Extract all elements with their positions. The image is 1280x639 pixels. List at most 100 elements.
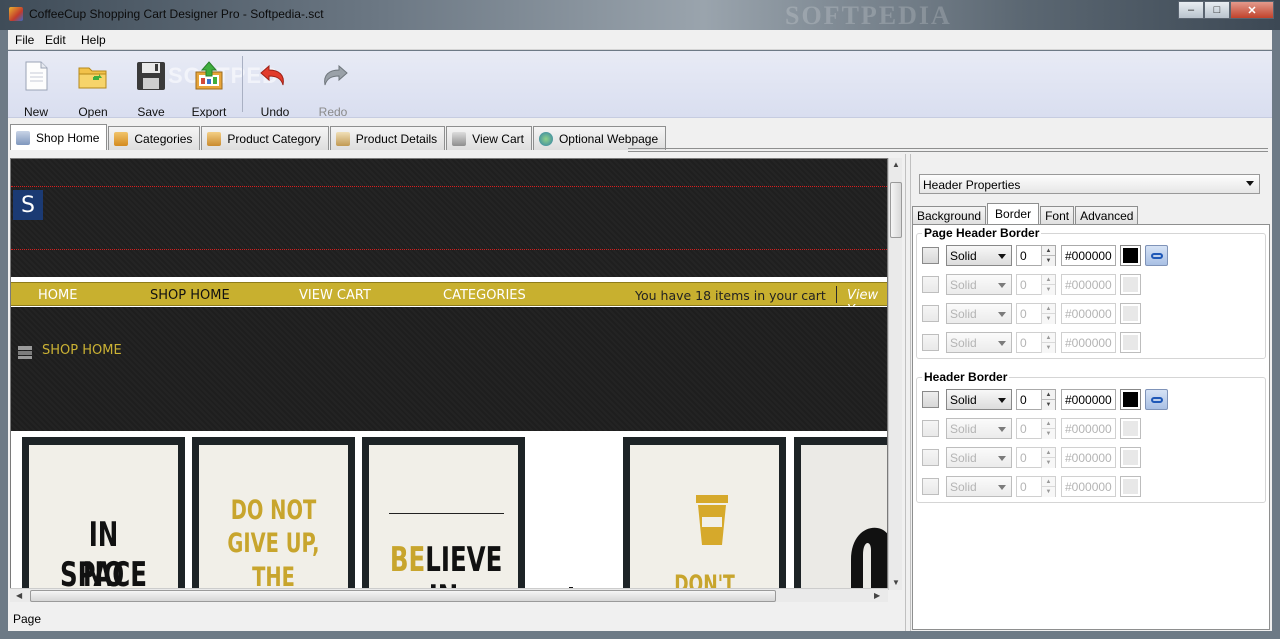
tab-categories[interactable]: Categories [108,126,201,150]
tab-background[interactable]: Background [912,206,987,224]
color-swatch[interactable] [1120,274,1141,295]
spin-up-icon[interactable]: ▲ [1041,419,1055,429]
nav-categories[interactable]: CATEGORIES [443,288,526,303]
border-width-spinner[interactable]: 0 ▲ ▼ [1016,303,1056,324]
border-style-select[interactable]: Solid [946,274,1012,295]
border-checkbox[interactable] [922,334,939,351]
spin-down-icon[interactable]: ▼ [1041,458,1055,468]
open-button[interactable]: Open [66,58,120,119]
tab-border[interactable]: Border [987,203,1040,224]
border-width-spinner[interactable]: 0 ▲ ▼ [1016,274,1056,295]
close-button[interactable]: ✕ [1230,1,1274,19]
color-swatch[interactable] [1120,447,1141,468]
menu-edit[interactable]: Edit [45,33,66,47]
border-width-spinner[interactable]: 0 ▲ ▼ [1016,332,1056,353]
border-color-input[interactable]: #000000 [1061,274,1116,295]
tab-product-category[interactable]: Product Category [201,126,329,150]
nav-home[interactable]: HOME [38,288,77,303]
border-width-spinner[interactable]: 0 ▲ ▼ [1016,389,1056,410]
border-style-select[interactable]: Solid [946,332,1012,353]
border-width-spinner[interactable]: 0 ▲ ▼ [1016,447,1056,468]
minimize-button[interactable]: – [1178,1,1204,19]
border-checkbox[interactable] [922,391,939,408]
vertical-scrollbar[interactable]: ▲ ▼ [888,158,902,590]
scroll-up-arrow-icon[interactable]: ▲ [892,160,900,169]
border-checkbox[interactable] [922,247,939,264]
link-sides-icon[interactable] [1145,389,1168,410]
nav-view-cart[interactable]: VIEW CART [299,288,371,303]
border-color-input[interactable]: #000000 [1061,447,1116,468]
menu-help[interactable]: Help [81,33,106,47]
undo-button[interactable]: Undo [248,58,302,119]
border-style-select[interactable]: Solid [946,303,1012,324]
color-swatch[interactable] [1120,245,1141,266]
border-width-spinner[interactable]: 0 ▲ ▼ [1016,418,1056,439]
spin-up-icon[interactable]: ▲ [1041,246,1055,256]
color-swatch[interactable] [1120,389,1141,410]
border-checkbox[interactable] [922,420,939,437]
color-swatch[interactable] [1120,303,1141,324]
border-checkbox[interactable] [922,276,939,293]
border-color-input[interactable]: #000000 [1061,418,1116,439]
link-sides-icon[interactable] [1145,245,1168,266]
spin-down-icon[interactable]: ▼ [1041,314,1055,324]
product-poster[interactable]: DO NOT GIVE UP, THE BEGINNING [192,437,355,589]
product-poster[interactable]: BELIEVE IN [362,437,525,589]
color-swatch[interactable] [1120,476,1141,497]
site-logo[interactable]: S [13,190,43,220]
new-button[interactable]: New [9,58,63,119]
maximize-button[interactable]: □ [1204,1,1230,19]
product-poster[interactable] [794,437,887,589]
export-button[interactable]: Export [182,58,236,119]
border-checkbox[interactable] [922,449,939,466]
tab-advanced[interactable]: Advanced [1075,206,1139,224]
spin-up-icon[interactable]: ▲ [1041,304,1055,314]
border-width-spinner[interactable]: 0 ▲ ▼ [1016,476,1056,497]
scroll-thumb[interactable] [890,182,902,238]
design-canvas[interactable]: S HOME SHOP HOME VIEW CART CATEGORIES Yo… [10,158,888,590]
redo-button[interactable]: Redo [306,58,360,119]
border-width-spinner[interactable]: 0 ▲ ▼ [1016,245,1056,266]
tab-optional-webpage[interactable]: Optional Webpage [532,126,667,150]
border-style-select[interactable]: Solid [946,245,1012,266]
spin-down-icon[interactable]: ▼ [1041,400,1055,410]
border-style-select[interactable]: Solid [946,476,1012,497]
menu-file[interactable]: File [15,33,34,47]
scroll-right-arrow-icon[interactable]: ▶ [874,591,880,600]
tab-view-cart[interactable]: View Cart [446,126,532,150]
border-color-input[interactable]: #000000 [1061,476,1116,497]
spin-down-icon[interactable]: ▼ [1041,429,1055,439]
scroll-left-arrow-icon[interactable]: ◀ [16,591,22,600]
properties-dropdown[interactable]: Header Properties [919,174,1260,194]
color-swatch[interactable] [1120,332,1141,353]
border-checkbox[interactable] [922,478,939,495]
page-header[interactable]: S [11,159,887,277]
spin-up-icon[interactable]: ▲ [1041,477,1055,487]
scroll-thumb[interactable] [30,590,776,602]
spin-up-icon[interactable]: ▲ [1041,275,1055,285]
color-swatch[interactable] [1120,418,1141,439]
border-style-select[interactable]: Solid [946,389,1012,410]
spin-down-icon[interactable]: ▼ [1041,285,1055,295]
border-style-select[interactable]: Solid [946,418,1012,439]
scroll-down-arrow-icon[interactable]: ▼ [892,578,900,587]
border-style-select[interactable]: Solid [946,447,1012,468]
spin-up-icon[interactable]: ▲ [1041,448,1055,458]
horizontal-scrollbar[interactable]: ◀ ▶ [10,588,888,602]
product-poster[interactable]: IN SPACE NO ONE [22,437,185,589]
border-color-input[interactable]: #000000 [1061,303,1116,324]
spin-up-icon[interactable]: ▲ [1041,333,1055,343]
border-color-input[interactable]: #000000 [1061,245,1116,266]
border-color-input[interactable]: #000000 [1061,389,1116,410]
spin-down-icon[interactable]: ▼ [1041,487,1055,497]
border-color-input[interactable]: #000000 [1061,332,1116,353]
save-button[interactable]: Save [124,58,178,119]
spin-up-icon[interactable]: ▲ [1041,390,1055,400]
spin-down-icon[interactable]: ▼ [1041,256,1055,266]
nav-bar[interactable]: HOME SHOP HOME VIEW CART CATEGORIES You … [11,282,887,318]
product-poster[interactable]: DON'T DISTURB [623,437,786,589]
spin-down-icon[interactable]: ▼ [1041,343,1055,353]
border-checkbox[interactable] [922,305,939,322]
tab-shop-home[interactable]: Shop Home [10,124,108,150]
nav-shop-home[interactable]: SHOP HOME [150,288,230,303]
